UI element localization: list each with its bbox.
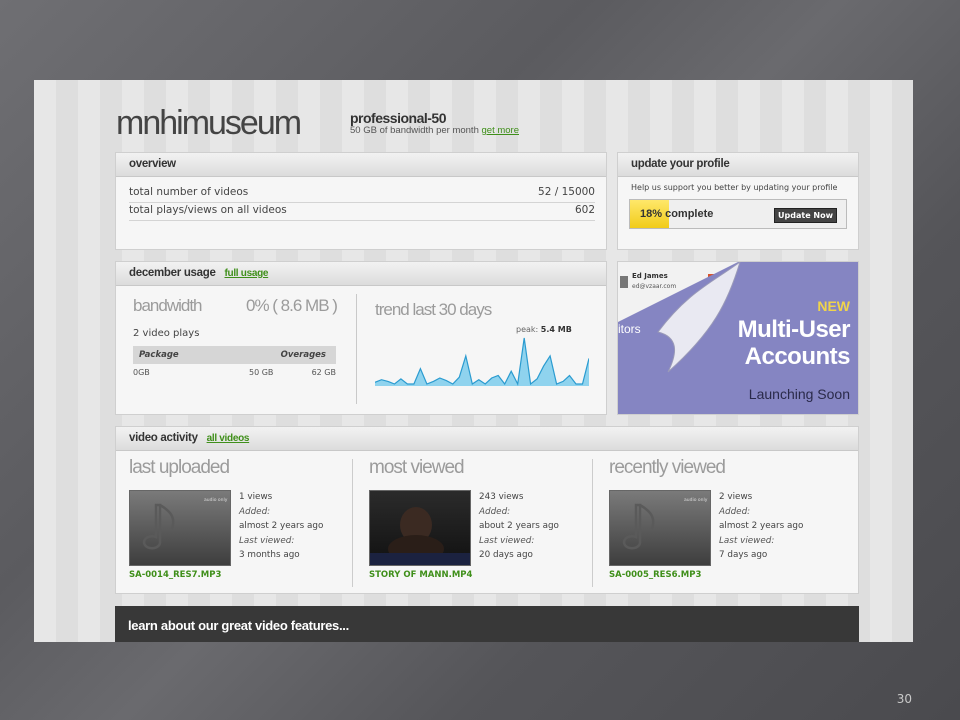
dashboard-screenshot: mnhimuseum professional-50 50 GB of band… [34,80,913,642]
music-note-icon: audio only [142,497,228,550]
column-heading: most viewed [369,457,465,478]
update-profile-panel: update your profile Help us support you … [617,152,859,250]
last-viewed-label: Last viewed: [719,535,775,546]
ad-new-label: NEW [817,298,850,314]
column-divider [592,459,593,587]
bandwidth-label: bandwidth [133,296,203,315]
last-viewed-value: 20 days ago [479,550,533,560]
video-filename-link[interactable]: STORY OF MANN.MP4 [369,570,472,580]
profile-title: update your profile [618,153,858,177]
overview-row-videos: total number of videos 52 / 15000 [129,186,595,203]
most-viewed-column: most viewed 243 views Added: about 2 yea… [356,451,584,591]
multi-user-ad[interactable]: Ed James ed@vzaar.com itors NEW Multi-Us… [617,261,859,415]
usage-table-header: Package Overages [133,346,336,364]
last-viewed-label: Last viewed: [479,535,535,546]
column-heading: recently viewed [609,457,726,478]
video-filename-link[interactable]: SA-0005_RES6.MP3 [609,570,701,580]
ad-editors-fragment: itors [618,322,641,336]
added-value: almost 2 years ago [719,521,804,531]
video-activity-panel: video activity all videos last uploaded … [115,426,859,594]
ad-user-name: Ed James [632,272,668,280]
profile-progress-label: 18% complete [640,208,714,220]
overages-header: Overages [280,350,326,360]
last-viewed-value: 7 days ago [719,550,768,560]
last-viewed-value: 3 months ago [239,550,300,560]
video-meta: 1 views Added: almost 2 years ago Last v… [239,490,323,563]
video-meta: 243 views Added: about 2 years ago Last … [479,490,559,563]
trend-title: trend last 30 days [375,300,492,319]
video-plays-count: 2 video plays [133,328,200,339]
package-header: Package [139,350,179,360]
ad-title-line1: Multi-User [737,316,851,343]
brand-logo: mnhimuseum [116,104,302,142]
views-count: 1 views [239,492,273,502]
trend-line [375,337,589,386]
video-meta: 2 views Added: almost 2 years ago Last v… [719,490,803,563]
full-usage-link[interactable]: full usage [224,268,268,279]
activity-header: video activity all videos [116,427,858,451]
video-filename-link[interactable]: SA-0014_RES7.MP3 [129,570,221,580]
overview-panel: overview total number of videos 52 / 150… [115,152,607,250]
last-viewed-label: Last viewed: [239,535,295,546]
features-banner[interactable]: learn about our great video features... [115,606,859,642]
video-still-image [370,507,470,565]
added-value: about 2 years ago [479,521,559,531]
ad-subtitle: Launching Soon [748,386,850,402]
thumb-caption: audio only [684,497,708,503]
usage-divider [356,294,357,404]
video-thumbnail[interactable] [369,490,471,566]
update-now-button[interactable]: Update Now [774,208,837,223]
views-count: 243 views [479,492,524,502]
last-uploaded-column: last uploaded audio only 1 views Added: … [116,451,344,591]
added-label: Added: [719,506,751,517]
ad-avatar [620,276,628,288]
peak-label: peak: [516,325,539,334]
added-label: Added: [239,506,271,517]
get-more-link[interactable]: get more [482,125,520,136]
plan-name: professional-50 [350,110,446,126]
overview-title: overview [116,153,606,177]
december-usage-panel: december usage full usage bandwidth 0% (… [115,261,607,415]
usage-header: december usage full usage [116,262,606,286]
overview-row-label: total number of videos [129,186,249,198]
usage-min: 0GB [133,368,150,377]
music-note-icon: audio only [622,497,708,550]
slide-number: 30 [896,692,912,706]
trend-sparkline [375,337,589,386]
profile-progress-bar: 18% complete Update Now [629,199,847,229]
recently-viewed-column: recently viewed audio only 2 views Added… [596,451,824,591]
column-heading: last uploaded [129,457,230,478]
added-value: almost 2 years ago [239,521,324,531]
trend-area [375,338,589,386]
overview-row-value: 52 / 15000 [538,186,595,198]
column-divider [352,459,353,587]
profile-help-text: Help us support you better by updating y… [631,183,838,192]
added-label: Added: [479,506,511,517]
overview-row-label: total plays/views on all videos [129,204,287,216]
trend-peak: peak: 5.4 MB [516,325,572,334]
thumb-caption: audio only [204,497,228,503]
video-thumbnail[interactable]: audio only [609,490,711,566]
overview-row-value: 602 [574,204,595,216]
plan-description: 50 GB of bandwidth per month get more [350,125,519,136]
ad-user-email: ed@vzaar.com [632,283,677,290]
plan-bandwidth-text: 50 GB of bandwidth per month [350,125,479,136]
views-count: 2 views [719,492,753,502]
activity-title: video activity [129,432,198,444]
usage-title: december usage [129,267,216,279]
overview-row-plays: total plays/views on all videos 602 [129,204,595,221]
all-videos-link[interactable]: all videos [207,433,250,444]
ad-title-line2: Accounts [744,343,851,370]
video-thumbnail[interactable]: audio only [129,490,231,566]
peak-value: 5.4 MB [540,325,572,334]
usage-overage: 62 GB [311,368,336,377]
usage-package: 50 GB [249,368,274,377]
bandwidth-value: 0% ( 8.6 MB ) [246,296,338,315]
